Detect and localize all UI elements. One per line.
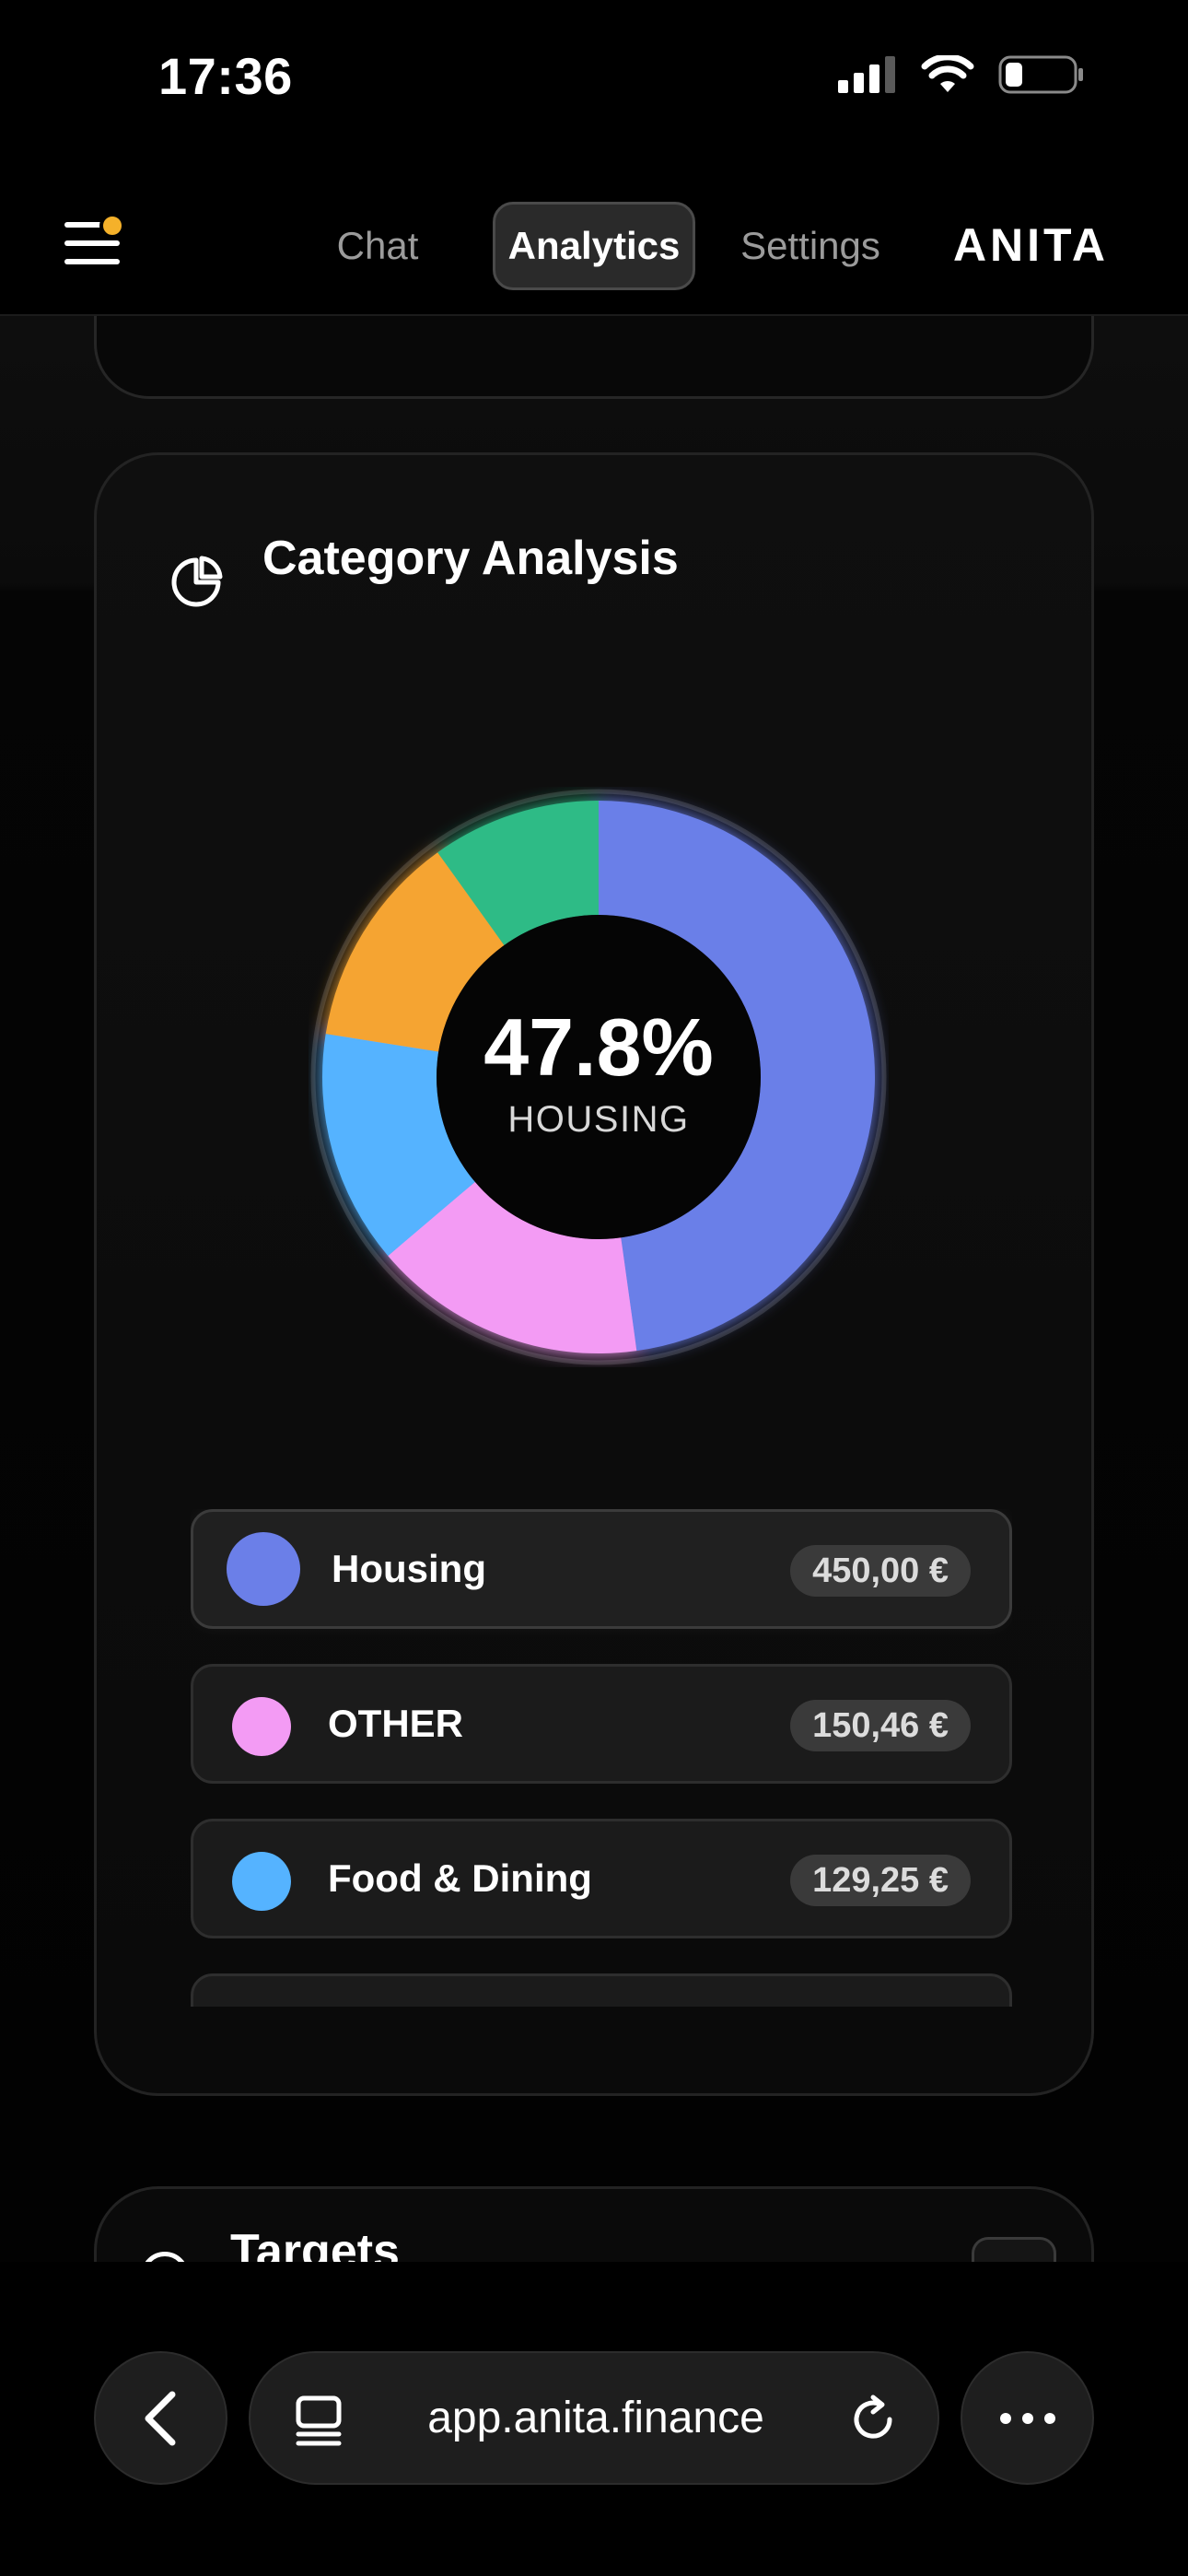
amount-badge: 129,25 € xyxy=(790,1855,971,1906)
battery-icon xyxy=(998,55,1083,94)
center-percentage: 47.8% xyxy=(483,1001,714,1093)
targets-card: Targets xyxy=(94,2186,1094,2262)
menu-button[interactable] xyxy=(64,213,131,270)
legend-item-housing[interactable]: Housing 450,00 € xyxy=(191,1509,1012,1629)
tab-settings[interactable]: Settings xyxy=(728,202,893,290)
color-dot xyxy=(232,1697,291,1756)
menu-line xyxy=(64,259,120,264)
tab-analytics[interactable]: Analytics xyxy=(493,202,695,290)
category-analysis-card: Category Analysis 47.8% HOUSING Housing … xyxy=(94,452,1094,2096)
target-icon xyxy=(141,2252,189,2262)
back-button[interactable] xyxy=(94,2351,227,2485)
brand-logo: ANITA xyxy=(952,219,1109,271)
legend-name: Food & Dining xyxy=(328,1856,592,1900)
legend-item-food-dining[interactable]: Food & Dining 129,25 € xyxy=(191,1819,1012,1938)
category-legend: Housing 450,00 € OTHER 150,46 € Food & D… xyxy=(191,1509,1012,2007)
wifi-icon xyxy=(921,55,974,92)
browser-toolbar: app.anita.finance xyxy=(0,2262,1188,2576)
status-time: 17:36 xyxy=(158,47,293,105)
status-bar: 17:36 xyxy=(0,0,1188,161)
menu-line xyxy=(64,240,120,246)
previous-card xyxy=(94,316,1094,399)
card-title: Category Analysis xyxy=(262,532,679,585)
center-category-label: HOUSING xyxy=(507,1098,690,1140)
cellular-signal-icon xyxy=(838,56,895,93)
donut-center: 47.8% HOUSING xyxy=(309,787,889,1367)
more-options-button[interactable] xyxy=(961,2351,1094,2485)
legend-name: OTHER xyxy=(328,1702,463,1745)
address-bar[interactable]: app.anita.finance xyxy=(249,2351,939,2485)
legend-item-partial[interactable] xyxy=(191,1973,1012,2007)
category-donut-chart[interactable]: 47.8% HOUSING xyxy=(309,787,889,1367)
chevron-left-icon xyxy=(145,2391,175,2445)
analytics-content[interactable]: Category Analysis 47.8% HOUSING Housing … xyxy=(0,316,1188,2262)
color-dot xyxy=(227,1532,300,1606)
pie-chart-icon xyxy=(171,556,223,607)
status-icons xyxy=(838,55,1085,94)
amount-badge: 450,00 € xyxy=(790,1545,971,1597)
reload-icon[interactable] xyxy=(845,2392,901,2447)
targets-action-button[interactable] xyxy=(972,2237,1056,2262)
tab-chat[interactable]: Chat xyxy=(322,202,433,290)
legend-name: Housing xyxy=(332,1547,486,1590)
color-dot xyxy=(232,1852,291,1911)
legend-item-other[interactable]: OTHER 150,46 € xyxy=(191,1664,1012,1784)
targets-title: Targets xyxy=(230,2225,400,2262)
amount-badge: 150,46 € xyxy=(790,1700,971,1751)
url-text: app.anita.finance xyxy=(427,2394,764,2442)
top-navigation: Chat Analytics Settings ANITA xyxy=(0,161,1188,316)
notification-dot xyxy=(99,213,125,239)
more-dots-icon xyxy=(999,2412,1055,2424)
